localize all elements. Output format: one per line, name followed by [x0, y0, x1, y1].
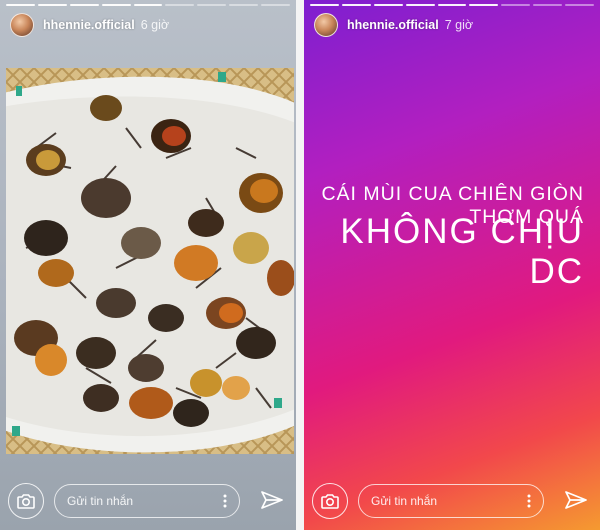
story-progress-bar: [6, 4, 291, 6]
progress-segment: [405, 4, 435, 6]
reply-bar: Gửi tin nhắn: [8, 481, 288, 521]
fried-crabs-image: [6, 68, 294, 454]
camera-icon: [321, 493, 339, 509]
progress-segment: [229, 4, 259, 6]
send-icon[interactable]: [564, 489, 588, 513]
progress-segment: [341, 4, 371, 6]
progress-segment: [6, 4, 35, 6]
username[interactable]: hhennie.official: [43, 18, 135, 32]
divider: [296, 0, 304, 530]
progress-segment: [261, 4, 291, 6]
message-input[interactable]: Gửi tin nhắn: [54, 484, 240, 518]
progress-segment: [133, 4, 163, 6]
reply-bar: Gửi tin nhắn: [312, 481, 592, 521]
story-right[interactable]: hhennie.official 7 giờ CÁI MÙI CUA CHIÊN…: [304, 0, 600, 530]
progress-segment: [469, 4, 499, 6]
message-input[interactable]: Gửi tin nhắn: [358, 484, 544, 518]
username[interactable]: hhennie.official: [347, 18, 439, 32]
post-time: 6 giờ: [140, 18, 170, 32]
story-progress-bar: [310, 4, 595, 6]
story-left[interactable]: hhennie.official 6 giờ Gửi tin nhắn: [0, 0, 296, 530]
progress-segment: [565, 4, 595, 6]
progress-segment: [101, 4, 131, 6]
story-header: hhennie.official 6 giờ: [10, 12, 286, 38]
post-time: 7 giờ: [444, 18, 474, 32]
story-caption-line2: KHÔNG CHỊU DC: [340, 212, 584, 291]
camera-button[interactable]: [312, 483, 348, 519]
story-header: hhennie.official 7 giờ: [314, 12, 590, 38]
camera-icon: [17, 493, 35, 509]
progress-segment: [69, 4, 99, 6]
message-placeholder: Gửi tin nhắn: [371, 494, 438, 508]
more-vertical-icon[interactable]: [527, 494, 531, 508]
progress-segment: [37, 4, 67, 6]
progress-segment: [310, 4, 339, 6]
progress-segment: [197, 4, 227, 6]
progress-segment: [165, 4, 195, 6]
more-vertical-icon[interactable]: [223, 494, 227, 508]
send-icon[interactable]: [260, 489, 284, 513]
progress-segment: [533, 4, 563, 6]
message-placeholder: Gửi tin nhắn: [67, 494, 134, 508]
avatar[interactable]: [314, 13, 338, 37]
story-photo: [6, 68, 294, 454]
progress-segment: [437, 4, 467, 6]
camera-button[interactable]: [8, 483, 44, 519]
avatar[interactable]: [10, 13, 34, 37]
progress-segment: [501, 4, 531, 6]
stories-comparison: hhennie.official 6 giờ Gửi tin nhắn hhen…: [0, 0, 600, 530]
progress-segment: [373, 4, 403, 6]
